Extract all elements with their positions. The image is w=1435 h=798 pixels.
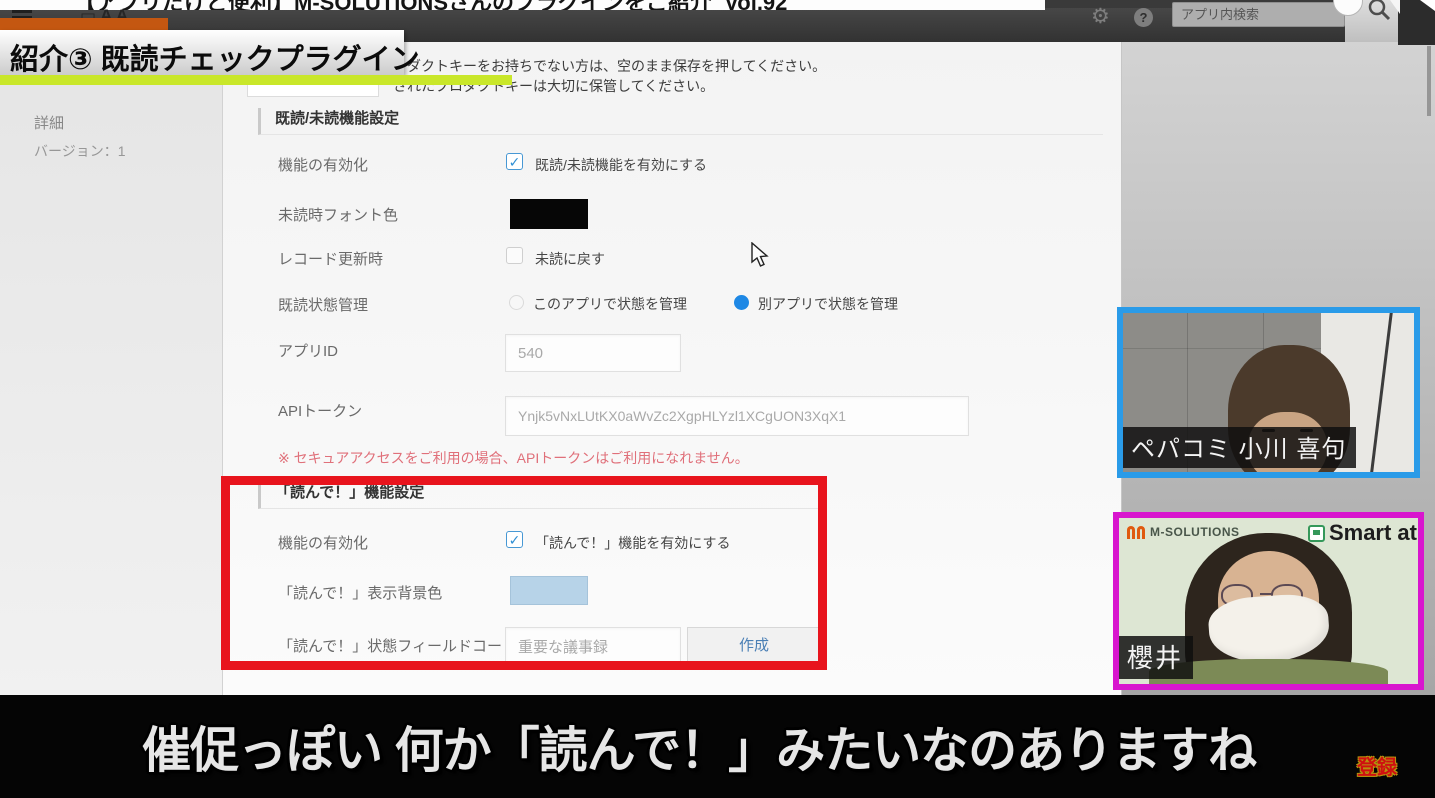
badge-underline [0,75,512,85]
subscribe-label: 登録 [1357,757,1397,779]
scrollbar-thumb[interactable] [1427,46,1431,116]
app-id-input[interactable] [505,334,681,372]
smart-at-icon [1307,524,1325,542]
smart-at-logo-text: Smart at [1328,520,1417,545]
sidebar-item-details[interactable]: 詳細 [34,112,64,133]
record-update-label: レコード更新時 [278,251,384,268]
highlight-red-box [221,476,827,670]
title-badge: 紹介③ 既読チェックプラグイン [0,30,420,76]
product-key-note-1: ダクトキーをお持ちでない方は、空のまま保存を押してください。 [407,58,827,74]
reset-unread-checkbox[interactable] [506,247,523,264]
settings-sidebar: 詳細 バージョン：1 [0,42,223,695]
unread-font-color-swatch[interactable] [510,199,588,229]
status-mgmt-label: 既読状態管理 [278,297,369,314]
enable-label: 機能の有効化 [278,157,369,174]
title-badge-text: 紹介③ 既読チェックプラグイン [10,44,420,76]
enable-read-unread-option-label: 既読/未読機能を有効にする [535,157,708,173]
video-frame: 【アプリだけど便利】M-SOLUTIONSさんのプラグインをご紹介_Vol.92… [0,0,1435,798]
api-token-label: APIトークン [278,403,363,420]
webcam-bottom-scene: M-SOLUTIONS Smart at 櫻井 [1119,518,1418,684]
name-tag: ペパコミ 小川 喜句 [1123,427,1357,468]
sidebar-version-label: バージョン：1 [34,143,126,159]
video-title-strip: 【アプリだけど便利】M-SOLUTIONSさんのプラグインをご紹介_Vol.92 [0,0,1045,10]
search-icon[interactable] [1366,0,1392,22]
status-other-app-label: 別アプリで状態を管理 [758,296,898,312]
search-input[interactable] [1172,2,1345,27]
api-token-input[interactable] [505,396,969,436]
webcam-top-scene: ペパコミ 小川 喜句 [1123,313,1414,472]
app-id-label: アプリID [278,343,339,360]
status-this-app-label: このアプリで状態を管理 [533,296,687,312]
api-token-warning: ※ セキュアアクセスをご利用の場合、APIトークンはご利用になれません。 [278,450,749,466]
caption-text: 催促っぽい 何か「読んで！」みたいなのありますね [142,724,1257,778]
reset-unread-option-label: 未読に戻す [535,251,605,267]
webcam-top: ペパコミ 小川 喜句 [1117,307,1420,478]
video-title: 【アプリだけど便利】M-SOLUTIONSさんのプラグインをご紹介_Vol.92 [74,0,787,10]
status-this-app-radio[interactable] [509,295,524,310]
wall-edge [1366,313,1395,472]
smart-at-logo: Smart at [1307,520,1417,546]
status-other-app-radio[interactable] [734,295,749,310]
help-icon[interactable]: ? [1134,8,1153,27]
m-solutions-logo-text: M-SOLUTIONS [1150,525,1240,539]
m-solutions-icon [1127,525,1145,539]
gear-icon[interactable]: ⚙ [1091,4,1110,29]
m-solutions-logo: M-SOLUTIONS [1127,525,1240,539]
mouse-cursor-icon [751,242,769,267]
glasses-bridge [1259,592,1272,595]
section-header-read-unread: 既読/未読機能設定 [258,108,1103,135]
unread-font-color-label: 未読時フォント色 [278,207,399,224]
name-tag: 櫻井 [1119,636,1194,679]
enable-read-unread-checkbox[interactable]: ✓ [506,153,523,170]
webcam-bottom: M-SOLUTIONS Smart at 櫻井 [1113,512,1424,690]
caption-bar: 催促っぽい 何か「読んで！」みたいなのありますね 登録 [0,695,1435,798]
